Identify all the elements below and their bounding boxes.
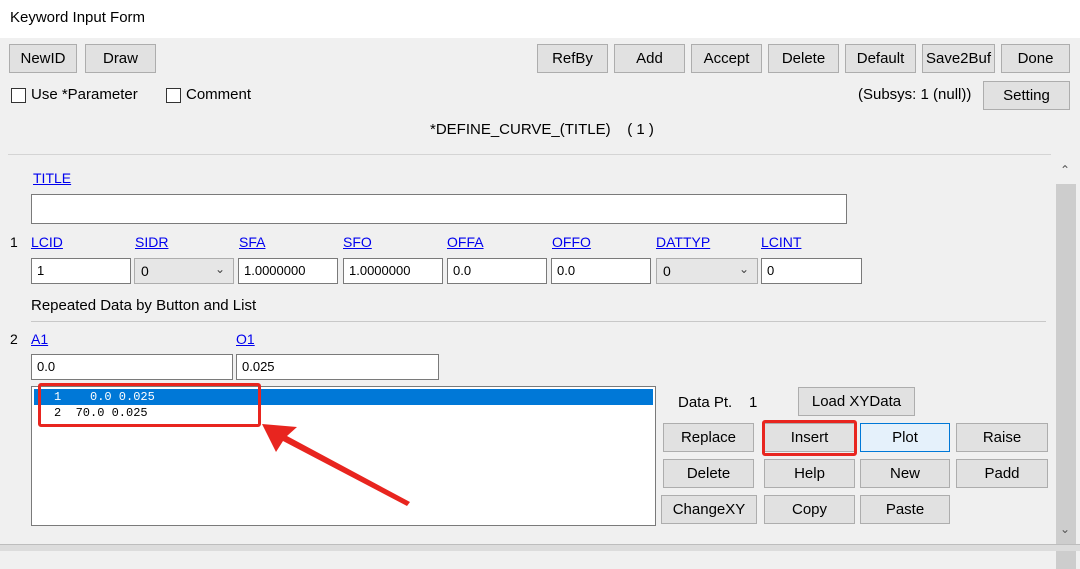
offa-input[interactable]: 0.0 — [447, 258, 547, 284]
paste-button[interactable]: Paste — [860, 495, 950, 524]
sidr-label[interactable]: SIDR — [135, 234, 168, 250]
title-input[interactable] — [31, 194, 847, 224]
dattyp-select[interactable]: 0 ⌄ — [656, 258, 758, 284]
data-pt-value: 1 — [749, 394, 758, 411]
comment-label: Comment — [186, 86, 252, 103]
sidr-value: 0 — [141, 263, 149, 279]
repeated-data-heading: Repeated Data by Button and List — [31, 297, 257, 314]
chevron-down-icon[interactable]: ⌄ — [1060, 522, 1070, 536]
vertical-scrollbar[interactable]: ⌃ ⌄ — [1053, 154, 1080, 569]
sfa-label[interactable]: SFA — [239, 234, 265, 250]
done-button[interactable]: Done — [1001, 44, 1070, 73]
annotation-highlight-insert — [762, 420, 857, 456]
sfa-input[interactable]: 1.0000000 — [238, 258, 338, 284]
lcid-input[interactable]: 1 — [31, 258, 131, 284]
data-pt-label: Data Pt. — [678, 394, 733, 411]
help-button[interactable]: Help — [764, 459, 855, 488]
title-field-label[interactable]: TITLE — [33, 170, 71, 186]
draw-button[interactable]: Draw — [85, 44, 156, 73]
lcint-label[interactable]: LCINT — [761, 234, 801, 250]
card-2-number: 2 — [10, 331, 18, 347]
offo-label[interactable]: OFFO — [552, 234, 591, 250]
scrollbar-thumb[interactable] — [1056, 184, 1076, 569]
dattyp-label[interactable]: DATTYP — [656, 234, 710, 250]
chevron-down-icon: ⌄ — [214, 262, 225, 276]
o1-input[interactable]: 0.025 — [236, 354, 439, 380]
load-xydata-button[interactable]: Load XYData — [798, 387, 915, 416]
a1-label[interactable]: A1 — [31, 331, 48, 347]
delete-keyword-button[interactable]: Delete — [768, 44, 839, 73]
window-title: Keyword Input Form — [10, 9, 146, 26]
changexy-button[interactable]: ChangeXY — [661, 495, 757, 524]
sidr-select[interactable]: 0 ⌄ — [134, 258, 234, 284]
padd-button[interactable]: Padd — [956, 459, 1048, 488]
sfo-input[interactable]: 1.0000000 — [343, 258, 443, 284]
offa-label[interactable]: OFFA — [447, 234, 484, 250]
title-bar: Keyword Input Form — [0, 0, 1080, 38]
card-1-number: 1 — [10, 234, 18, 250]
setting-button[interactable]: Setting — [983, 81, 1070, 110]
use-parameter-label: Use *Parameter — [31, 86, 138, 103]
accept-button[interactable]: Accept — [691, 44, 762, 73]
copy-button[interactable]: Copy — [764, 495, 855, 524]
chevron-down-icon: ⌄ — [738, 262, 749, 276]
bottom-edge — [0, 544, 1080, 551]
offo-input[interactable]: 0.0 — [551, 258, 651, 284]
comment-checkbox[interactable] — [166, 88, 181, 103]
sfo-label[interactable]: SFO — [343, 234, 372, 250]
lcid-label[interactable]: LCID — [31, 234, 63, 250]
subsys-label: (Subsys: 1 (null)) — [858, 86, 972, 103]
annotation-highlight-list — [38, 383, 261, 427]
newid-button[interactable]: NewID — [9, 44, 77, 73]
annotation-arrow-icon — [262, 424, 410, 506]
use-parameter-checkbox[interactable] — [11, 88, 26, 103]
refby-button[interactable]: RefBy — [537, 44, 608, 73]
replace-button[interactable]: Replace — [663, 423, 754, 452]
section-divider — [31, 321, 1046, 322]
add-button[interactable]: Add — [614, 44, 685, 73]
o1-label[interactable]: O1 — [236, 331, 255, 347]
a1-input[interactable]: 0.0 — [31, 354, 233, 380]
delete-point-button[interactable]: Delete — [663, 459, 754, 488]
keyword-header: *DEFINE_CURVE_(TITLE) ( 1 ) — [430, 121, 654, 138]
lcint-input[interactable]: 0 — [761, 258, 862, 284]
default-button[interactable]: Default — [845, 44, 916, 73]
raise-button[interactable]: Raise — [956, 423, 1048, 452]
chevron-up-icon[interactable]: ⌃ — [1060, 163, 1070, 177]
save2buf-button[interactable]: Save2Buf — [922, 44, 995, 73]
plot-button[interactable]: Plot — [860, 423, 950, 452]
new-button[interactable]: New — [860, 459, 950, 488]
dattyp-value: 0 — [663, 263, 671, 279]
